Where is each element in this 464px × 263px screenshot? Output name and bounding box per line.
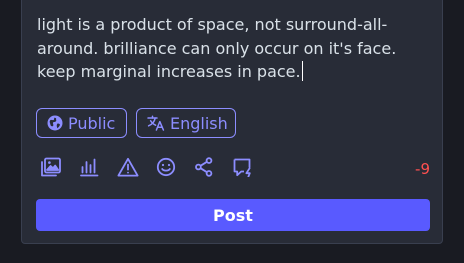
- warning-icon: [117, 157, 139, 181]
- emoji-picker-button[interactable]: [153, 156, 179, 182]
- share-button[interactable]: [191, 156, 217, 182]
- post-button[interactable]: Post: [36, 199, 430, 231]
- compose-text: light is a product of space, not surroun…: [37, 15, 402, 81]
- visibility-button[interactable]: Public: [36, 108, 127, 138]
- compose-textarea[interactable]: light is a product of space, not surroun…: [37, 13, 437, 84]
- emoji-icon: [156, 157, 176, 181]
- text-caret: [301, 61, 304, 81]
- visibility-label: Public: [68, 113, 116, 133]
- poll-icon: [79, 157, 99, 181]
- add-poll-button[interactable]: [76, 156, 102, 182]
- language-button[interactable]: English: [136, 108, 236, 138]
- globe-icon: [47, 115, 63, 131]
- content-warning-button[interactable]: [115, 156, 141, 182]
- quote-icon: [232, 157, 254, 181]
- quote-button[interactable]: [230, 156, 256, 182]
- character-counter: -9: [415, 160, 430, 178]
- translate-icon: [147, 115, 165, 131]
- share-icon: [194, 157, 214, 181]
- language-label: English: [170, 113, 228, 133]
- image-icon: [40, 157, 62, 181]
- add-media-button[interactable]: [38, 156, 64, 182]
